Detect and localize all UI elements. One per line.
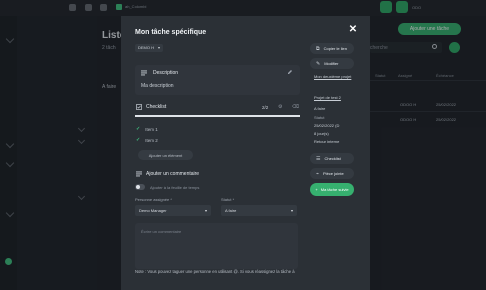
edit-button[interactable]: ✎ Modifier: [310, 58, 354, 69]
project-link[interactable]: Mon deuxième projet: [314, 74, 354, 80]
follow-task-label: Ma tâche suivie: [320, 187, 349, 192]
side-status-label: Statut: [314, 115, 325, 120]
timesheet-toggle-label: Ajouter à la feuille de temps: [150, 185, 200, 190]
timesheet-toggle[interactable]: [135, 184, 145, 190]
side-status-value: A faire: [314, 106, 326, 111]
list-selector-label: DEMO H: [138, 45, 154, 50]
chevron-down-icon: ▾: [204, 208, 207, 213]
description-body[interactable]: Ma description: [141, 83, 174, 89]
checklist-count: 2/2: [262, 105, 269, 110]
paperclip-icon: ⌁: [316, 170, 320, 177]
comment-textarea[interactable]: Écrire un commentaire: [135, 223, 298, 269]
checklist-item-label: Item 2: [145, 137, 158, 143]
checklist-progress-bar: [135, 115, 300, 117]
description-section: Description Ma description: [135, 65, 300, 95]
chevron-down-icon: ▾: [290, 208, 293, 213]
status-field-label: Statut *: [221, 197, 235, 202]
settings-icon[interactable]: ⚙: [278, 104, 282, 110]
edit-pencil-icon[interactable]: [287, 69, 293, 75]
checklist-item-label: Item 1: [145, 126, 158, 132]
task-detail-modal: Mon tâche spécifique ✕ DEMO H ▾ Descript…: [121, 16, 370, 290]
pencil-icon: ✎: [316, 60, 321, 67]
comment-note: Note : Vous pouvez taguer une personne e…: [135, 269, 295, 274]
feedback-label: Retour interne: [314, 139, 340, 144]
checklist-button-label: Checklist: [324, 156, 341, 161]
checklist-button[interactable]: ☰ Checklist: [310, 153, 354, 164]
copy-link-button[interactable]: ⧉ Copier le lien: [310, 43, 354, 54]
project-link[interactable]: Projet de test 2: [314, 95, 341, 100]
check-icon: ✓: [136, 126, 141, 132]
link-icon: ⧉: [316, 45, 320, 52]
copy-link-label: Copier le lien: [323, 46, 347, 51]
checklist-item[interactable]: ✓ Item 1: [136, 126, 158, 132]
edit-label: Modifier: [324, 61, 339, 66]
text-lines-icon: [141, 70, 147, 76]
description-title: Description: [153, 70, 179, 76]
checklist-icon: ☰: [316, 155, 321, 162]
checklist-progress-fill: [135, 115, 300, 117]
modal-title: Mon tâche spécifique: [135, 29, 207, 36]
attachment-button[interactable]: ⌁ Pièce jointe: [310, 168, 354, 179]
add-checklist-item-button[interactable]: Ajouter un élément: [138, 150, 193, 160]
list-selector[interactable]: DEMO H ▾: [135, 44, 164, 52]
trash-icon[interactable]: ⌫: [292, 104, 299, 110]
status-select-value: A faire: [225, 208, 237, 213]
comment-title: Ajouter un commentaire: [146, 171, 200, 177]
plus-icon: +: [315, 187, 318, 192]
assignee-select[interactable]: Demo Manager ▾: [135, 205, 211, 216]
checklist-title: Checklist: [146, 104, 167, 110]
follow-task-button[interactable]: + Ma tâche suivie: [310, 183, 354, 196]
time-remaining: 8 jour(s): [314, 131, 329, 136]
close-icon[interactable]: ✕: [348, 25, 358, 35]
check-icon: ✓: [136, 137, 141, 143]
chevron-down-icon: ▾: [158, 45, 161, 50]
checklist-item[interactable]: ✓ Item 2: [136, 137, 158, 143]
assignee-select-value: Demo Manager: [139, 208, 167, 213]
attachment-button-label: Pièce jointe: [323, 171, 344, 176]
status-select[interactable]: A faire ▾: [221, 205, 297, 216]
assignee-field-label: Personne assignée *: [135, 197, 172, 202]
checklist-icon: [136, 104, 142, 110]
due-date: 25/02/2022 (D: [314, 123, 340, 128]
text-lines-icon: [136, 171, 142, 177]
